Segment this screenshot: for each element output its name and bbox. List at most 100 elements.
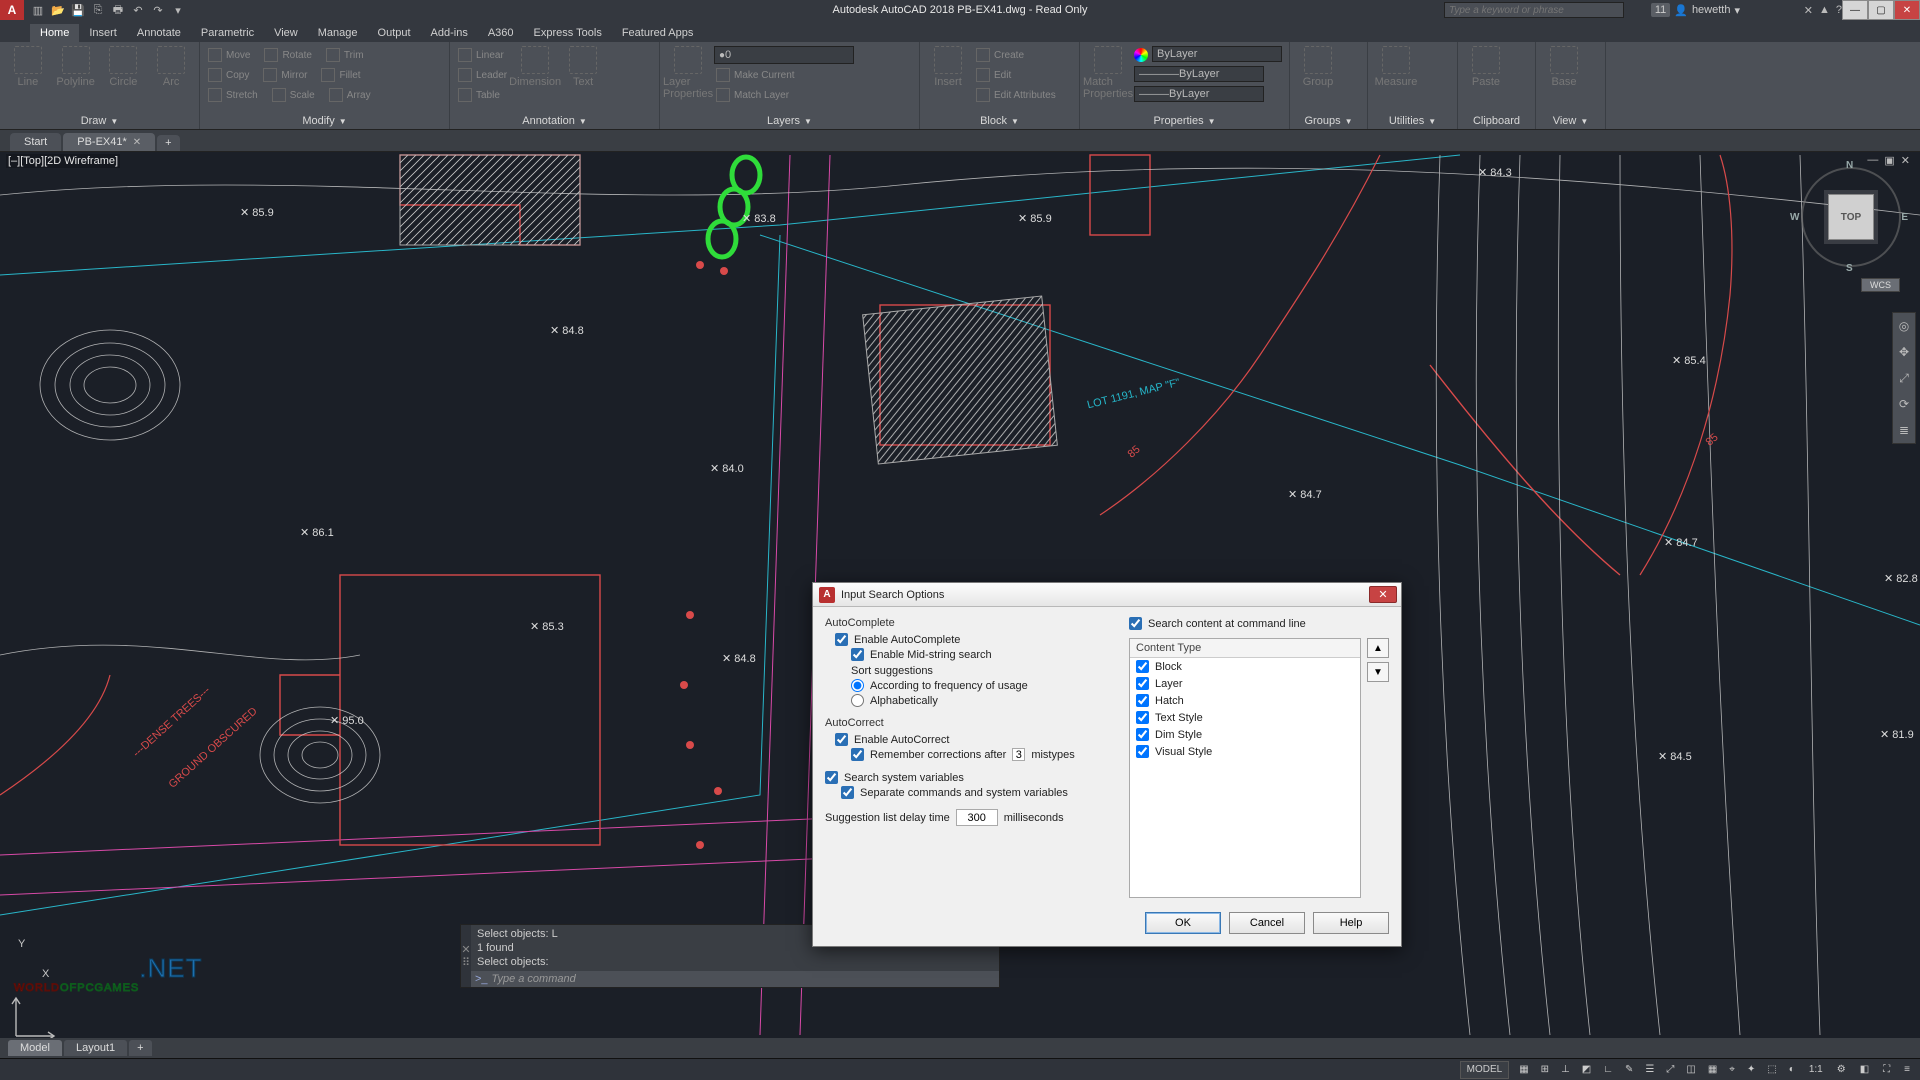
menu-tab-annotate[interactable]: Annotate — [127, 24, 191, 42]
cmdline-input[interactable]: Type a command — [492, 973, 576, 985]
qat-open-icon[interactable]: 📂 — [50, 2, 66, 18]
nav-showmotion-icon[interactable]: ≣ — [1895, 421, 1913, 439]
content-type-list[interactable]: Content Type Block Layer Hatch Text Styl… — [1129, 638, 1361, 898]
content-type-item[interactable]: Layer — [1130, 675, 1360, 692]
sb-gear-icon[interactable]: ⚙ — [1833, 1061, 1850, 1079]
qat-redo-icon[interactable]: ↷ — [150, 2, 166, 18]
sb-iso-icon[interactable]: ◧ — [1856, 1061, 1873, 1079]
chevron-down-icon[interactable]: ▼ — [1428, 117, 1436, 126]
app-icon[interactable]: A — [0, 0, 24, 20]
close-icon[interactable]: ✕ — [133, 137, 141, 148]
add-layout-button[interactable]: + — [129, 1040, 151, 1056]
content-type-item[interactable]: Text Style — [1130, 709, 1360, 726]
help-button[interactable]: Help — [1313, 912, 1389, 934]
viewcube-s[interactable]: S — [1846, 263, 1853, 274]
dialog-titlebar[interactable]: A Input Search Options ✕ — [813, 583, 1401, 607]
sb-toggle-12[interactable]: ⬚ — [1763, 1061, 1780, 1079]
mirror-button[interactable]: Mirror — [261, 66, 309, 84]
wcs-badge[interactable]: WCS — [1861, 278, 1900, 292]
match-layer-button[interactable]: Match Layer — [714, 86, 791, 104]
move-button[interactable]: Move — [206, 46, 252, 64]
paste-button[interactable]: Paste — [1464, 46, 1508, 88]
menu-tab-parametric[interactable]: Parametric — [191, 24, 264, 42]
content-type-item[interactable]: Dim Style — [1130, 726, 1360, 743]
chevron-down-icon[interactable]: ▼ — [1345, 117, 1353, 126]
qat-saveas-icon[interactable]: ⎘ — [90, 2, 106, 18]
create-button[interactable]: Create — [974, 46, 1026, 64]
search-content-checkbox[interactable] — [1129, 617, 1142, 630]
sb-fullscreen-icon[interactable]: ⛶ — [1879, 1061, 1894, 1079]
stretch-button[interactable]: Stretch — [206, 86, 260, 104]
edit-button[interactable]: Edit — [974, 66, 1013, 84]
dimension-button[interactable]: Dimension — [513, 46, 557, 88]
chevron-down-icon[interactable]: ▼ — [804, 117, 812, 126]
mistypes-input[interactable] — [1012, 748, 1025, 761]
sort-alpha-radio[interactable] — [851, 694, 864, 707]
layout-tab[interactable]: Model — [8, 1040, 62, 1056]
exchange-icon[interactable]: ✕ — [1804, 4, 1813, 17]
menu-tab-featured-apps[interactable]: Featured Apps — [612, 24, 704, 42]
nav-zoom-icon[interactable]: ⤢ — [1895, 369, 1913, 387]
nav-pan-icon[interactable]: ✥ — [1895, 343, 1913, 361]
move-up-button[interactable]: ▲ — [1367, 638, 1389, 658]
fillet-button[interactable]: Fillet — [319, 66, 362, 84]
menu-tab-add-ins[interactable]: Add-ins — [421, 24, 478, 42]
chevron-down-icon[interactable]: ▼ — [579, 117, 587, 126]
sb-toggle-6[interactable]: ☰ — [1641, 1061, 1658, 1079]
menu-tab-insert[interactable]: Insert — [79, 24, 127, 42]
user-area[interactable]: 11 👤 hewetth ▾ — [1651, 3, 1740, 17]
content-type-item[interactable]: Block — [1130, 658, 1360, 675]
search-sysvars-checkbox[interactable] — [825, 771, 838, 784]
enable-autocorrect-checkbox[interactable] — [835, 733, 848, 746]
viewcube-e[interactable]: E — [1901, 212, 1908, 223]
menu-tab-output[interactable]: Output — [368, 24, 421, 42]
qat-plot-icon[interactable]: 🖶 — [110, 2, 126, 18]
content-type-item[interactable]: Hatch — [1130, 692, 1360, 709]
table-button[interactable]: Table — [456, 86, 502, 104]
menu-tab-express-tools[interactable]: Express Tools — [524, 24, 612, 42]
trim-button[interactable]: Trim — [324, 46, 366, 64]
qat-new-icon[interactable]: ▥ — [30, 2, 46, 18]
linear-button[interactable]: Linear — [456, 46, 506, 64]
cancel-button[interactable]: Cancel — [1229, 912, 1305, 934]
sb-toggle-3[interactable]: ◩ — [1578, 1061, 1595, 1079]
color-combo[interactable]: ByLayer — [1152, 46, 1282, 62]
measure-button[interactable]: Measure — [1374, 46, 1418, 88]
sb-toggle-0[interactable]: ▦ — [1515, 1061, 1532, 1079]
move-down-button[interactable]: ▼ — [1367, 662, 1389, 682]
sb-scale[interactable]: 1:1 — [1805, 1061, 1827, 1079]
sb-toggle-10[interactable]: ⌖ — [1725, 1061, 1739, 1079]
copy-button[interactable]: Copy — [206, 66, 251, 84]
scale-button[interactable]: Scale — [270, 86, 317, 104]
match-properties-button[interactable]: MatchProperties — [1086, 46, 1130, 100]
rotate-button[interactable]: Rotate — [262, 46, 313, 64]
chevron-down-icon[interactable]: ▼ — [1208, 117, 1216, 126]
cmdline-drag-handle[interactable]: ✕⠿ — [461, 925, 471, 987]
nav-orbit-icon[interactable]: ⟳ — [1895, 395, 1913, 413]
group-button[interactable]: Group — [1296, 46, 1340, 88]
linetype-combo[interactable]: ——— ByLayer — [1134, 86, 1264, 102]
sb-toggle-2[interactable]: ⊥ — [1557, 1061, 1574, 1079]
leader-button[interactable]: Leader — [456, 66, 509, 84]
ok-button[interactable]: OK — [1145, 912, 1221, 934]
chevron-down-icon[interactable]: ▼ — [339, 117, 347, 126]
sb-customize-icon[interactable]: ≡ — [1900, 1061, 1914, 1079]
separate-sysvars-checkbox[interactable] — [841, 786, 854, 799]
line-button[interactable]: Line — [6, 46, 50, 88]
viewcube[interactable]: TOP N E S W — [1796, 162, 1906, 272]
sort-frequency-radio[interactable] — [851, 679, 864, 692]
remember-corrections-checkbox[interactable] — [851, 748, 864, 761]
insert-button[interactable]: Insert — [926, 46, 970, 88]
polyline-button[interactable]: Polyline — [54, 46, 98, 88]
sb-toggle-5[interactable]: ✎ — [1621, 1061, 1637, 1079]
sb-toggle-11[interactable]: ✦ — [1743, 1061, 1759, 1079]
circle-button[interactable]: Circle — [102, 46, 146, 88]
chevron-down-icon[interactable]: ▼ — [110, 117, 118, 126]
content-type-item[interactable]: Visual Style — [1130, 743, 1360, 760]
minimize-button[interactable]: — — [1842, 0, 1868, 20]
base-button[interactable]: Base — [1542, 46, 1586, 88]
array-button[interactable]: Array — [327, 86, 373, 104]
sb-toggle-13[interactable]: ◐ — [1785, 1061, 1799, 1079]
sb-toggle-4[interactable]: ∟ — [1599, 1061, 1617, 1079]
enable-autocomplete-checkbox[interactable] — [835, 633, 848, 646]
